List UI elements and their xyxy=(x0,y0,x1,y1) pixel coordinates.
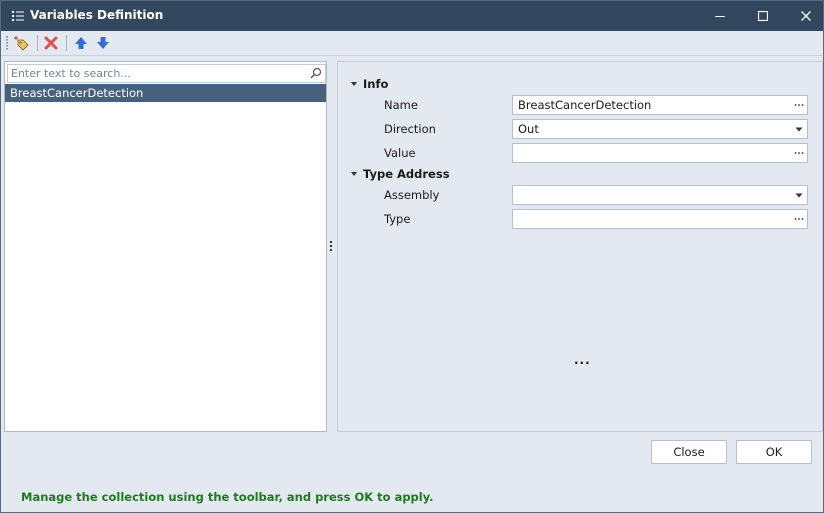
variables-definition-dialog: Variables Definition Enter text to searc… xyxy=(0,0,824,513)
value-field[interactable] xyxy=(512,143,808,163)
type-field[interactable] xyxy=(512,209,808,229)
description-placeholder: ... xyxy=(574,353,591,367)
ellipsis-icon xyxy=(794,218,804,220)
direction-label: Direction xyxy=(384,122,436,136)
chevron-down-icon xyxy=(351,82,357,86)
move-down-button[interactable] xyxy=(94,34,112,52)
search-box xyxy=(7,64,326,83)
type-label: Type xyxy=(384,212,411,226)
window-title: Variables Definition xyxy=(30,8,164,22)
arrow-down-icon xyxy=(97,37,109,49)
add-tag-icon xyxy=(14,36,29,51)
ok-button[interactable]: OK xyxy=(736,440,812,464)
assembly-select[interactable] xyxy=(512,185,808,205)
property-grid: Info Name BreastCancerDetection Directio… xyxy=(337,61,823,432)
variables-list: BreastCancerDetection xyxy=(5,84,326,102)
move-up-button[interactable] xyxy=(72,34,90,52)
name-label: Name xyxy=(384,98,418,112)
title-bar[interactable]: Variables Definition xyxy=(1,1,823,31)
direction-value: Out xyxy=(518,122,539,136)
variables-list-panel: BreastCancerDetection xyxy=(4,61,327,432)
name-value: BreastCancerDetection xyxy=(518,98,652,112)
close-window-button[interactable] xyxy=(783,1,824,31)
delete-variable-button[interactable] xyxy=(42,34,60,52)
assembly-dropdown-button[interactable] xyxy=(791,186,807,204)
name-ellipsis-button[interactable] xyxy=(791,96,807,114)
value-ellipsis-button[interactable] xyxy=(791,144,807,162)
chevron-down-icon xyxy=(351,172,357,176)
add-variable-button[interactable] xyxy=(12,34,30,52)
category-type-address[interactable]: Type Address xyxy=(350,167,450,181)
maximize-button[interactable] xyxy=(740,1,786,31)
search-icon[interactable] xyxy=(310,67,322,79)
toolbar xyxy=(1,31,823,56)
category-info[interactable]: Info xyxy=(350,77,388,91)
delete-icon xyxy=(44,36,58,50)
list-item[interactable]: BreastCancerDetection xyxy=(5,84,326,102)
toolbar-separator xyxy=(37,35,38,51)
type-ellipsis-button[interactable] xyxy=(791,210,807,228)
list-icon xyxy=(12,11,24,21)
arrow-up-icon xyxy=(75,37,87,49)
toolbar-separator xyxy=(66,35,67,51)
assembly-label: Assembly xyxy=(384,188,440,202)
direction-select[interactable]: Out xyxy=(512,119,808,139)
ellipsis-icon xyxy=(794,152,804,154)
chevron-down-icon xyxy=(795,127,803,131)
toolbar-grip[interactable] xyxy=(6,36,8,50)
name-field[interactable]: BreastCancerDetection xyxy=(512,95,808,115)
status-message: Manage the collection using the toolbar,… xyxy=(21,490,434,504)
maximize-icon xyxy=(758,11,768,21)
chevron-down-icon xyxy=(795,193,803,197)
direction-dropdown-button[interactable] xyxy=(791,120,807,138)
ellipsis-icon xyxy=(794,104,804,106)
value-label: Value xyxy=(384,146,416,160)
minimize-button[interactable] xyxy=(697,1,743,31)
panel-splitter[interactable] xyxy=(330,241,333,253)
close-button[interactable]: Close xyxy=(651,440,727,464)
category-info-label: Info xyxy=(363,77,389,91)
search-input[interactable] xyxy=(11,65,301,82)
close-icon xyxy=(801,11,811,21)
category-type-address-label: Type Address xyxy=(363,167,450,181)
minimize-icon xyxy=(715,16,725,17)
